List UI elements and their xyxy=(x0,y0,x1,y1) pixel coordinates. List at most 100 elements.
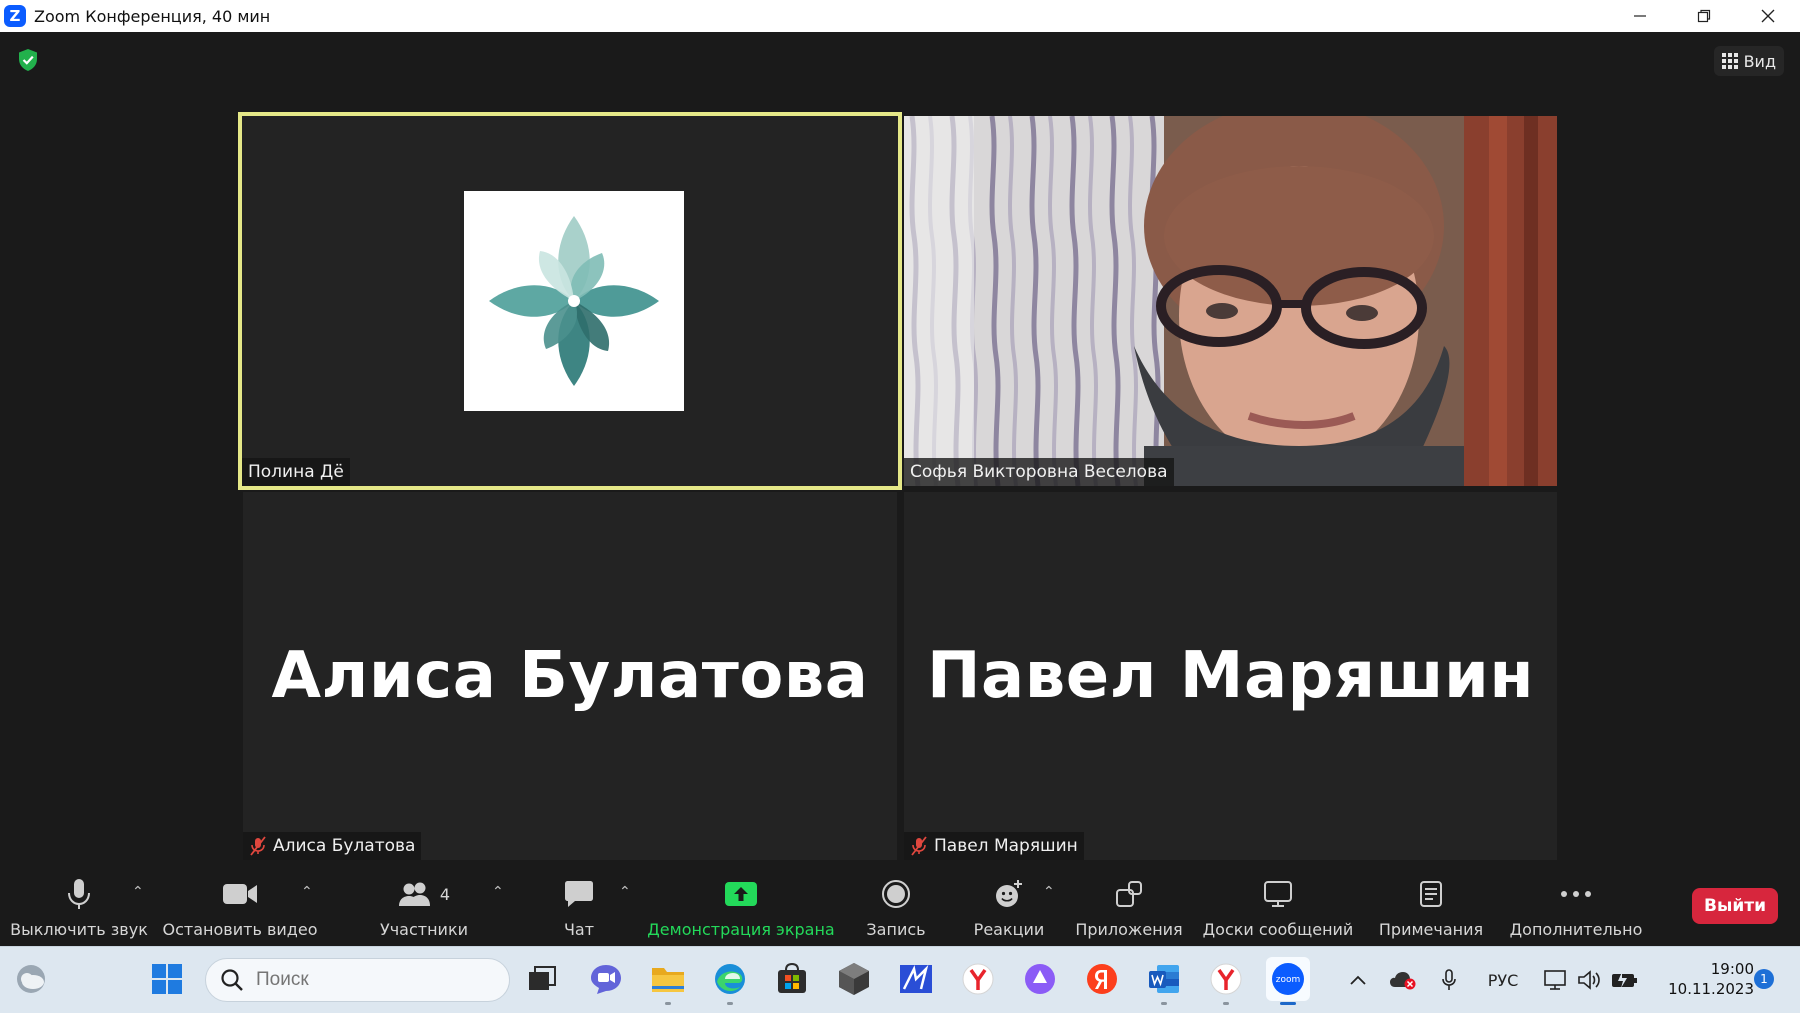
widgets-button[interactable] xyxy=(9,957,53,1001)
leave-button[interactable]: Выйти xyxy=(1692,888,1778,924)
windows-logo-icon xyxy=(152,964,182,994)
word-app[interactable] xyxy=(1142,957,1186,1005)
cube-app[interactable] xyxy=(832,957,876,1001)
grid-icon xyxy=(1721,53,1738,69)
participants-button[interactable]: 4 Участники xyxy=(370,862,478,946)
taskbar-search[interactable] xyxy=(205,958,510,1002)
security-shield-icon[interactable] xyxy=(17,48,39,76)
more-button[interactable]: Дополнительно xyxy=(1510,862,1642,946)
apps-button[interactable]: Приложения xyxy=(1074,862,1184,946)
battery-charging-icon xyxy=(1612,972,1637,988)
running-indicator xyxy=(1280,1002,1296,1005)
four-petal-logo-icon xyxy=(489,216,659,386)
chat-label: Чат xyxy=(563,920,595,939)
participant-name: Софья Викторовна Веселова xyxy=(910,462,1168,482)
yandex-logo-icon xyxy=(1087,964,1117,994)
battery-status[interactable] xyxy=(1610,965,1640,995)
meeting-area: Вид Полина Дё Софья Викторовна Веселова … xyxy=(0,32,1800,945)
more-dots-icon xyxy=(1561,891,1591,897)
participant-video-frame xyxy=(904,116,1557,486)
close-button[interactable] xyxy=(1736,0,1800,32)
participant-name-tag: Алиса Булатова xyxy=(243,832,422,860)
minimize-button[interactable] xyxy=(1608,0,1672,32)
search-input[interactable] xyxy=(256,969,476,991)
video-tile-sofya[interactable]: Софья Викторовна Веселова xyxy=(904,116,1557,486)
participant-name-tag: Павел Маряшин xyxy=(904,832,1084,860)
stop-video-button[interactable]: Остановить видео xyxy=(163,862,317,946)
participant-name-tag: Софья Викторовна Веселова xyxy=(904,458,1174,486)
reactions-button[interactable]: Реакции xyxy=(966,862,1052,946)
microsoft-store-app[interactable] xyxy=(770,957,814,1001)
title-bar: Z Zoom Конференция, 40 мин xyxy=(0,0,1800,32)
speaker-icon xyxy=(1578,970,1600,990)
running-indicator xyxy=(665,1002,671,1005)
yandex-browser-app-2[interactable] xyxy=(1204,957,1248,1005)
participants-count: 4 xyxy=(439,884,451,904)
participant-name: Полина Дё xyxy=(248,462,344,482)
notification-badge[interactable]: 1 xyxy=(1754,969,1774,989)
microphone-tray-icon[interactable] xyxy=(1438,965,1460,995)
show-hidden-icons-button[interactable] xyxy=(1346,965,1370,995)
video-tile-polina[interactable]: Полина Дё xyxy=(238,112,902,490)
file-explorer-app[interactable] xyxy=(646,957,690,1005)
running-indicator xyxy=(1161,1002,1167,1005)
restore-button[interactable] xyxy=(1672,0,1736,32)
record-label: Запись xyxy=(866,920,926,939)
window-controls xyxy=(1608,0,1800,32)
store-bag-icon xyxy=(778,963,806,993)
chat-button[interactable]: Чат xyxy=(548,862,610,946)
mathcad-app[interactable] xyxy=(894,957,938,1001)
zoom-app-icon: zoom xyxy=(1272,963,1304,995)
notes-label: Примечания xyxy=(1378,920,1484,939)
purple-chat-icon xyxy=(1025,964,1055,994)
network-status[interactable] xyxy=(1542,965,1570,995)
chat-bubble-icon xyxy=(565,881,593,907)
yandex-browser-icon xyxy=(962,963,994,995)
task-view-icon xyxy=(529,966,556,990)
participants-options-chevron-up-icon[interactable]: ⌃ xyxy=(492,884,504,900)
record-icon xyxy=(882,880,910,908)
video-camera-icon xyxy=(223,884,257,904)
whiteboards-button[interactable]: Доски сообщений xyxy=(1203,862,1353,946)
language-label: РУС xyxy=(1487,970,1519,990)
participant-display-name: Алиса Булатова xyxy=(271,639,869,713)
view-button[interactable]: Вид xyxy=(1713,46,1784,76)
video-tile-alisa[interactable]: Алиса Булатова Алиса Булатова xyxy=(243,492,897,860)
purple-chat-app[interactable] xyxy=(1018,957,1062,1001)
share-screen-button[interactable]: Демонстрация экрана xyxy=(647,862,835,946)
volume-control[interactable] xyxy=(1576,965,1604,995)
restore-icon xyxy=(1697,9,1711,23)
start-button[interactable] xyxy=(145,957,189,1001)
yandex-app[interactable] xyxy=(1080,957,1124,1001)
minimize-icon xyxy=(1634,15,1646,17)
record-button[interactable]: Запись xyxy=(858,862,934,946)
zoom-logo-icon: Z xyxy=(4,5,26,27)
share-screen-label: Демонстрация экрана xyxy=(647,920,835,939)
clock-date: 10.11.2023 xyxy=(1668,980,1754,998)
input-language-indicator[interactable]: РУС xyxy=(1484,965,1522,995)
reactions-label: Реакции xyxy=(973,920,1045,939)
chat-options-chevron-up-icon[interactable]: ⌃ xyxy=(619,884,631,900)
running-indicator xyxy=(727,1002,733,1005)
taskbar-clock[interactable]: 19:00 10.11.2023 xyxy=(1668,959,1754,999)
yandex-browser-app[interactable] xyxy=(956,957,1000,1001)
audio-options-chevron-up-icon[interactable]: ⌃ xyxy=(132,884,144,900)
mute-button[interactable]: Выключить звук xyxy=(10,862,148,946)
onedrive-status[interactable] xyxy=(1388,965,1418,995)
video-options-chevron-up-icon[interactable]: ⌃ xyxy=(301,884,313,900)
apps-icon xyxy=(1116,881,1142,907)
zoom-app[interactable]: zoom xyxy=(1266,957,1310,1005)
cube-icon xyxy=(839,963,869,995)
folder-icon xyxy=(652,968,684,992)
edge-browser-app[interactable] xyxy=(708,957,752,1005)
task-view-button[interactable] xyxy=(520,957,564,1001)
weather-cloud-icon xyxy=(17,965,45,993)
video-tile-pavel[interactable]: Павел Маряшин Павел Маряшин xyxy=(904,492,1557,860)
microphone-icon xyxy=(68,879,90,909)
participant-display-name: Павел Маряшин xyxy=(926,639,1535,713)
notes-button[interactable]: Примечания xyxy=(1378,862,1484,946)
microphone-icon xyxy=(1442,969,1456,990)
teams-chat-app[interactable] xyxy=(584,957,628,1001)
running-indicator xyxy=(1223,1002,1229,1005)
reactions-options-chevron-up-icon[interactable]: ⌃ xyxy=(1043,884,1055,900)
